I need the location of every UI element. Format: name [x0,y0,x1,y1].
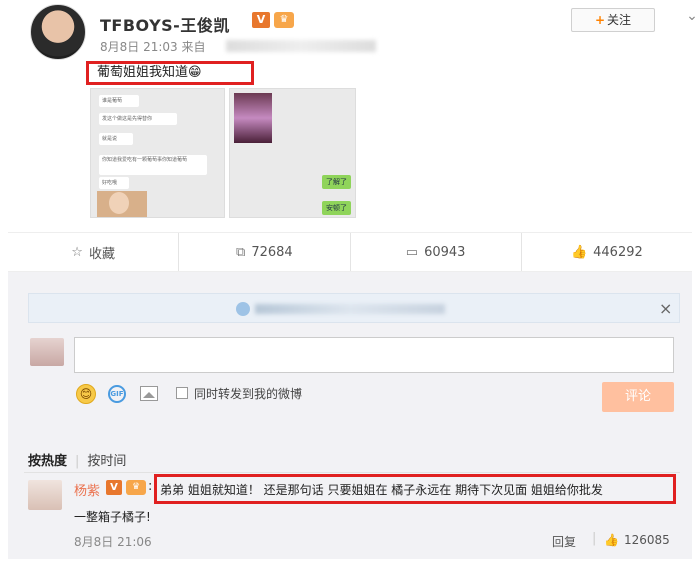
commenter-avatar[interactable] [28,480,62,510]
member-badge-icon: ♛ [126,480,146,495]
post-header: TFBOYS-王俊凯 V ♛ 8月8日 21:03 来自 + 关注 ⌄ [30,4,698,60]
gif-icon[interactable]: GIF [108,385,126,403]
chat-bubble: 你知道我爱吃有一颗葡萄事你知道葡萄 [99,155,207,175]
comment-text: 弟弟 姐姐就知道！ 还是那句话 只要姐姐在 橘子永远在 期待下次见面 姐姐给你批… [160,483,603,497]
user-name[interactable]: TFBOYS-王俊凯 [100,12,230,36]
close-icon[interactable]: × [659,299,672,318]
photo-thumbnail [234,93,272,143]
comment-like-count: 126085 [623,533,670,547]
comment-count: 60943 [424,244,466,260]
repost-checkbox[interactable] [176,387,188,399]
blurred-notice [255,304,445,314]
thumbs-up-icon: 👍 [604,533,619,547]
chat-bubble-sent: 安顿了 [322,201,351,215]
verified-badge-icon: V [252,12,270,28]
like-button[interactable]: 👍 446292 [522,233,692,271]
chat-bubble-sent: 了解了 [322,175,351,189]
repost-checkbox-label: 同时转发到我的微博 [194,387,303,401]
comment-input[interactable] [74,337,674,373]
comment-button[interactable]: ▭ 60943 [351,233,522,271]
picture-icon[interactable] [140,386,158,401]
favorite-button[interactable]: ☆ 收藏 [8,233,180,271]
chat-screenshot-1[interactable]: 谁是葡萄 发这个做这是先得替你 就是说 你知道我爱吃有一颗葡萄事你知道葡萄 好吃… [90,88,225,218]
verified-badge-icon: V [106,480,122,495]
sort-by-hot[interactable]: 按热度 [28,454,67,469]
chat-screenshot-2[interactable]: 了解了 安顿了 [229,88,356,218]
chat-bubble: 好吃哦 [99,177,129,189]
post-images: 谁是葡萄 发这个做这是先得替你 就是说 你知道我爱吃有一颗葡萄事你知道葡萄 好吃… [90,88,356,218]
plus-icon: + [594,13,606,27]
comment-time: 8月8日 21:06 [74,535,152,549]
blurred-source [226,40,376,52]
repost-count: 72684 [251,244,293,260]
post-meta: 8月8日 21:03 来自 [100,40,206,54]
chat-bubble: 谁是葡萄 [99,95,139,107]
reply-button[interactable]: 回复 [552,533,576,550]
avatar[interactable] [30,4,86,60]
thumbs-up-icon: 👍 [570,244,588,260]
comment-submit-button[interactable]: 评论 [602,382,674,412]
star-icon: ☆ [71,244,83,260]
chevron-down-icon[interactable]: ⌄ [682,8,700,28]
member-badge-icon: ♛ [274,12,294,28]
sort-separator: | [75,454,80,469]
post-text: 葡萄姐姐我知道😁 [86,61,254,85]
notice-bar: × [28,293,680,323]
comment-text-continued: 一整箱子橘子! [74,510,151,524]
face-image [109,192,129,214]
follow-label: 关注 [607,13,632,27]
info-icon [236,302,250,316]
favorite-label: 收藏 [88,246,115,262]
like-count: 446292 [593,244,643,260]
post-action-bar: ☆ 收藏 ⧉ 72684 ▭ 60943 👍 446292 [8,232,692,272]
action-separator: | [592,531,597,546]
follow-button[interactable]: + 关注 [571,8,655,32]
chat-bubble: 发这个做这是先得替你 [99,113,177,125]
comment-section: × 😊 GIF 同时转发到我的微博 评论 按热度 | 按时间 杨紫 V ♛ : 弟弟… [8,272,692,559]
sort-by-time[interactable]: 按时间 [87,454,126,469]
comment-colon: : [148,479,153,494]
commenter-name[interactable]: 杨紫 [74,480,100,499]
divider [24,472,680,473]
repost-icon: ⧉ [236,244,246,260]
comment-icon: ▭ [405,244,419,260]
chat-bubble: 就是说 [99,133,133,145]
repost-button[interactable]: ⧉ 72684 [179,233,351,271]
comment-like-button[interactable]: 👍 126085 [604,533,670,547]
comment-sort-bar: 按热度 | 按时间 [28,450,126,469]
my-avatar [30,338,64,366]
emoji-icon[interactable]: 😊 [76,384,96,404]
